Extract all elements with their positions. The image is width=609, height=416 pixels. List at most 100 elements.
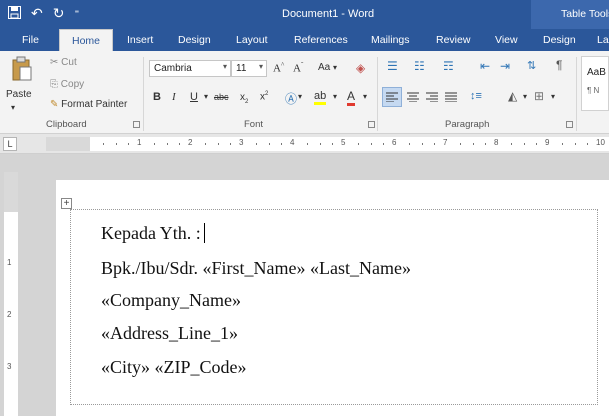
bullets-icon[interactable]: ☰ <box>387 59 398 73</box>
ruler-number: 1 <box>7 258 12 267</box>
align-left-icon[interactable] <box>382 87 402 107</box>
document-line[interactable]: «Address_Line_1» <box>101 323 238 344</box>
tab-view[interactable]: View <box>495 29 518 51</box>
tab-insert[interactable]: Insert <box>127 29 153 51</box>
ruler-number: 3 <box>7 362 12 371</box>
ruler-tick <box>153 143 155 145</box>
font-color-icon[interactable]: A <box>347 89 356 106</box>
document-title: Document1 - Word <box>282 8 375 20</box>
ruler-tick <box>319 143 321 145</box>
tab-table-layout[interactable]: La <box>597 29 609 51</box>
styles-gallery[interactable]: AaB ¶ N <box>581 56 609 111</box>
ruler-number: 4 <box>290 138 295 147</box>
ruler-tick <box>408 143 410 145</box>
tab-layout[interactable]: Layout <box>236 29 268 51</box>
tab-references[interactable]: References <box>294 29 348 51</box>
ruler-tick <box>115 143 117 145</box>
superscript-icon[interactable]: x2 <box>260 91 268 102</box>
align-center-icon[interactable] <box>404 87 422 107</box>
clipboard-launcher-icon[interactable] <box>133 121 140 128</box>
chevron-down-icon[interactable]: ▾ <box>523 92 527 101</box>
underline-dropdown-icon[interactable]: ▾ <box>204 92 208 101</box>
align-right-icon[interactable] <box>423 87 441 107</box>
show-formatting-marks-icon[interactable]: ¶ <box>556 58 562 72</box>
ruler-number: 10 <box>596 138 605 147</box>
decrease-indent-icon[interactable]: ⇤ <box>480 59 490 73</box>
format-painter-button[interactable]: ✎ Format Painter <box>50 99 127 110</box>
save-icon[interactable] <box>8 5 21 22</box>
ruler-number: 3 <box>239 138 244 147</box>
cut-button[interactable]: ✂ Cut <box>50 57 77 68</box>
tab-table-design[interactable]: Design <box>543 29 576 51</box>
highlight-icon[interactable]: ab <box>314 90 327 105</box>
italic-icon[interactable]: I <box>172 91 176 103</box>
ruler-tick <box>459 143 461 145</box>
document-line[interactable]: «City» «ZIP_Code» <box>101 357 247 378</box>
paste-button[interactable]: Paste <box>6 89 32 100</box>
tab-file[interactable]: File <box>22 29 39 51</box>
chevron-down-icon[interactable]: ▾ <box>298 92 302 101</box>
ruler-tick <box>102 143 104 145</box>
document-line[interactable]: Kepada Yth. : <box>101 223 205 244</box>
font-name-box[interactable]: Cambria ▾ <box>149 60 231 77</box>
change-case-button[interactable]: Aa ▾ <box>318 62 337 73</box>
shrink-font-icon[interactable]: Aˇ <box>293 61 303 75</box>
chevron-down-icon[interactable]: ▾ <box>363 92 367 101</box>
horizontal-ruler[interactable]: 1 2 3 4 5 6 7 8 9 10 <box>46 137 609 151</box>
document-line[interactable]: Bpk./Ibu/Sdr. «First_Name» «Last_Name» <box>101 258 411 279</box>
ruler-number: 2 <box>188 138 193 147</box>
ruler-number: 7 <box>443 138 448 147</box>
style-preview: AaB <box>587 67 606 78</box>
copy-button[interactable]: ⎘ Copy <box>50 79 84 90</box>
ruler-row: L 1 2 3 4 5 6 7 8 9 10 <box>0 134 609 154</box>
table-move-handle-icon[interactable]: + <box>61 198 72 209</box>
shading-icon[interactable]: ◭ <box>508 89 517 103</box>
sort-icon[interactable]: ⇅ <box>527 59 536 72</box>
tab-mailings[interactable]: Mailings <box>371 29 410 51</box>
ruler-tick <box>204 143 206 145</box>
subscript-icon[interactable]: x2 <box>240 92 248 105</box>
underline-icon[interactable]: U <box>190 91 198 103</box>
grow-font-icon[interactable]: A^ <box>273 61 284 75</box>
paragraph-group-label: Paragraph <box>445 119 490 130</box>
undo-icon[interactable]: ↶ <box>31 5 43 22</box>
title-bar: ↶ ↻ ⁼ Document1 - Word Table Tools <box>0 0 609 29</box>
tab-design[interactable]: Design <box>178 29 211 51</box>
customize-qat-icon[interactable]: ⁼ <box>74 8 79 19</box>
chevron-down-icon[interactable]: ▾ <box>551 92 555 101</box>
copy-label: Copy <box>60 79 85 90</box>
clear-formatting-icon[interactable]: ◈ <box>356 61 365 75</box>
tab-review[interactable]: Review <box>436 29 470 51</box>
paste-icon[interactable] <box>10 55 34 83</box>
ruler-tick <box>217 143 219 145</box>
multilevel-list-icon[interactable]: ☶ <box>443 59 454 73</box>
font-size-value: 11 <box>236 63 247 74</box>
redo-icon[interactable]: ↻ <box>53 5 65 22</box>
ruler-tick <box>357 143 359 145</box>
ruler-tick <box>268 143 270 145</box>
font-size-box[interactable]: 11 ▾ <box>231 60 267 77</box>
tab-selector-icon[interactable]: L <box>3 137 17 151</box>
font-group-label: Font <box>244 119 264 130</box>
text-effects-icon[interactable]: Ⓐ <box>285 90 297 107</box>
paste-dropdown-icon[interactable]: ▾ <box>11 103 15 112</box>
strikethrough-icon[interactable]: abc <box>214 92 229 102</box>
ruler-tick <box>472 143 474 145</box>
borders-icon[interactable]: ⊞ <box>534 89 544 103</box>
chevron-down-icon[interactable]: ▾ <box>333 92 337 101</box>
numbering-icon[interactable]: ☷ <box>414 59 425 73</box>
paintbrush-icon: ✎ <box>50 99 59 110</box>
ruler-number: 1 <box>137 138 142 147</box>
font-launcher-icon[interactable] <box>368 121 375 128</box>
ruler-tick <box>230 143 232 145</box>
tab-home[interactable]: Home <box>59 29 114 51</box>
bold-icon[interactable]: B <box>153 91 161 103</box>
justify-icon[interactable] <box>442 87 460 107</box>
clipboard-group-label: Clipboard <box>46 119 87 130</box>
line-spacing-icon[interactable]: ↕≡ <box>470 90 482 102</box>
paragraph-launcher-icon[interactable] <box>566 121 573 128</box>
document-line[interactable]: «Company_Name» <box>101 290 241 311</box>
vertical-ruler[interactable]: 1 2 3 <box>4 172 18 416</box>
increase-indent-icon[interactable]: ⇥ <box>500 59 510 73</box>
ruler-tick <box>587 143 589 145</box>
